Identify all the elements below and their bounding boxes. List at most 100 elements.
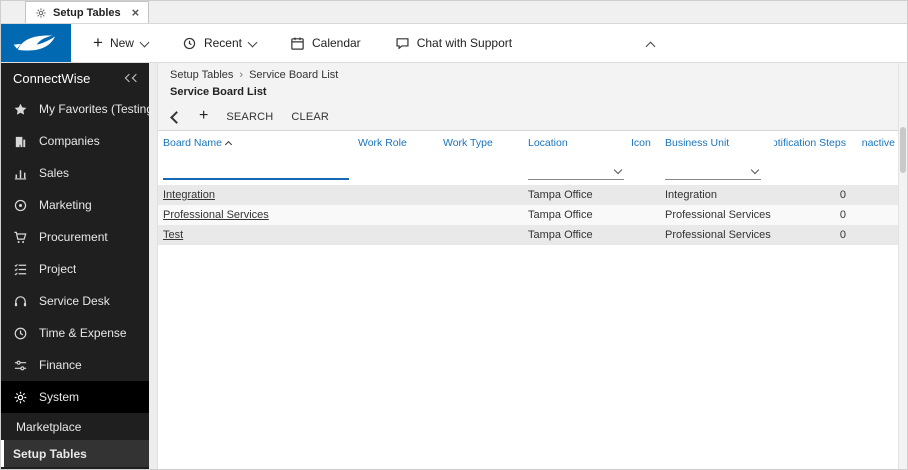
cell-location: Tampa Office (528, 189, 593, 201)
col-header-work-role[interactable]: Work Role (353, 137, 438, 149)
recent-label: Recent (203, 36, 242, 50)
new-menu[interactable]: + New (93, 32, 150, 52)
toolbar-menu: + New Recent Calendar Chat with Support (93, 32, 512, 52)
board-name-link[interactable]: Test (163, 229, 183, 241)
tab-title: Setup Tables (53, 6, 121, 19)
star-icon (13, 102, 28, 117)
sales-icon (13, 166, 28, 181)
board-name-link[interactable]: Integration (163, 189, 215, 201)
sidebar-item-marketing[interactable]: Marketing (1, 189, 149, 221)
col-header-business-unit[interactable]: Business Unit (660, 137, 774, 149)
calendar-menu[interactable]: Calendar (290, 36, 361, 51)
history-icon (183, 37, 196, 49)
breadcrumb-separator-icon: › (239, 69, 244, 81)
search-button[interactable]: SEARCH (226, 111, 273, 123)
sidebar-item-procurement[interactable]: Procurement (1, 221, 149, 253)
service-desk-icon (13, 294, 28, 309)
brand-label: ConnectWise (13, 70, 91, 86)
project-icon (13, 262, 28, 277)
main-area: Setup Tables › Service Board List Servic… (158, 63, 907, 469)
chat-icon (396, 37, 409, 49)
new-label: New (109, 36, 134, 50)
chevron-down-icon (139, 37, 150, 47)
col-header-inactive[interactable]: Inactive (862, 137, 898, 149)
actions-toolbar: + SEARCH CLEAR (158, 104, 898, 131)
browser-tab-bar: Setup Tables × (1, 1, 907, 24)
sidebar-item-my-favorites[interactable]: My Favorites (Testing (1, 93, 149, 125)
chevron-down-icon (750, 165, 760, 175)
sidebar-item-time-expense[interactable]: Time & Expense (1, 317, 149, 349)
location-filter-dropdown[interactable] (528, 163, 624, 180)
app-window: Setup Tables × + New Recent Calendar Cha… (0, 0, 908, 470)
col-header-location[interactable]: Location (523, 137, 626, 149)
recent-menu[interactable]: Recent (182, 36, 258, 51)
chevron-down-icon (613, 165, 623, 175)
sidebar-item-companies[interactable]: Companies (1, 125, 149, 157)
cell-business-unit: Professional Services (665, 229, 771, 241)
sidebar-header: ConnectWise (1, 63, 149, 93)
sidebar: ConnectWise My Favorites (Testing Compan… (1, 63, 149, 469)
finance-icon (13, 358, 28, 373)
breadcrumb-current: Service Board List (249, 69, 339, 81)
col-header-board-name[interactable]: Board Name (158, 137, 353, 149)
procurement-icon (13, 230, 28, 245)
cell-notification-steps: 0 (839, 189, 846, 201)
sidebar-item-project[interactable]: Project (1, 253, 149, 285)
chat-support-menu[interactable]: Chat with Support (395, 36, 512, 51)
cell-location: Tampa Office (528, 229, 593, 241)
scrollbar-thumb[interactable] (900, 127, 906, 173)
sidebar-item-finance[interactable]: Finance (1, 349, 149, 381)
cell-business-unit: Integration (665, 189, 717, 201)
page-title: Service Board List (170, 86, 267, 98)
sidebar-item-sales[interactable]: Sales (1, 157, 149, 189)
sidebar-scrollbar[interactable] (149, 63, 158, 469)
breadcrumb-setup-tables[interactable]: Setup Tables (170, 69, 233, 81)
system-gear-icon (13, 390, 28, 405)
top-toolbar: + New Recent Calendar Chat with Support (1, 24, 907, 63)
table-row[interactable]: Test Tampa Office Professional Services … (158, 225, 898, 245)
clear-button[interactable]: CLEAR (291, 111, 329, 123)
breadcrumb: Setup Tables › Service Board List (170, 69, 886, 81)
cell-notification-steps: 0 (839, 209, 846, 221)
col-header-icon[interactable]: Icon (626, 137, 660, 149)
sidebar-item-service-desk[interactable]: Service Desk (1, 285, 149, 317)
table-header-row: Board Name Work Role Work Type Location … (158, 131, 898, 155)
calendar-label: Calendar (311, 36, 361, 50)
sort-asc-icon (224, 140, 232, 148)
table-row[interactable]: Integration Tampa Office Integration 0 (158, 185, 898, 205)
app-body: ConnectWise My Favorites (Testing Compan… (1, 63, 907, 469)
chat-label: Chat with Support (416, 36, 513, 50)
sidebar-item-system[interactable]: System (1, 381, 149, 413)
business-unit-filter-dropdown[interactable] (665, 163, 761, 180)
main-column: Setup Tables › Service Board List Servic… (158, 63, 898, 469)
back-chevron-icon[interactable] (170, 110, 183, 124)
marketing-icon (13, 198, 28, 213)
collapse-sidebar-icon[interactable] (124, 73, 141, 83)
table-filter-row (158, 155, 898, 185)
col-header-notification-steps[interactable]: Notification Steps (774, 137, 862, 149)
cell-notification-steps: 0 (839, 229, 846, 241)
cell-location: Tampa Office (528, 209, 593, 221)
time-expense-icon (13, 326, 28, 341)
cell-business-unit: Professional Services (665, 209, 771, 221)
sidebar-item-setup-tables[interactable]: Setup Tables (1, 440, 149, 467)
col-header-work-type[interactable]: Work Type (438, 137, 523, 149)
collapse-toolbar-chevron[interactable] (645, 41, 656, 52)
connectwise-logo[interactable] (1, 24, 71, 62)
board-name-filter-input[interactable] (163, 162, 349, 180)
plus-icon: + (93, 32, 103, 52)
calendar-icon (291, 37, 304, 50)
breadcrumb-bar: Setup Tables › Service Board List Servic… (158, 63, 898, 104)
companies-icon (13, 134, 28, 149)
sidebar-footer: Marketplace Setup Tables (1, 413, 149, 469)
add-record-button[interactable]: + (199, 108, 208, 124)
vertical-scrollbar[interactable] (898, 63, 907, 469)
table-row[interactable]: Professional Services Tampa Office Profe… (158, 205, 898, 225)
close-icon[interactable]: × (132, 6, 140, 19)
browser-tab-setup-tables[interactable]: Setup Tables × (25, 1, 150, 23)
gear-icon (36, 7, 46, 18)
sidebar-item-marketplace[interactable]: Marketplace (1, 413, 149, 440)
chevron-down-icon (247, 37, 258, 47)
board-name-link[interactable]: Professional Services (163, 209, 269, 221)
connectwise-bird-icon (13, 35, 56, 51)
